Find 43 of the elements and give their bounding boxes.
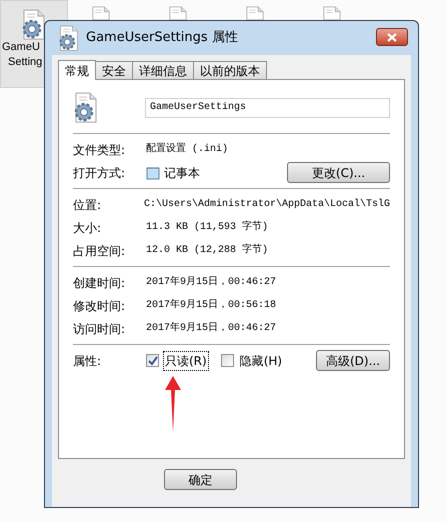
field-label: 访问时间: — [73, 320, 126, 338]
settings-file-icon — [21, 9, 47, 40]
field-value: C:\Users\Administrator\AppData\Local\TslG — [144, 198, 390, 212]
checkbox[interactable] — [146, 354, 159, 368]
field-value: 记事本 — [164, 164, 200, 182]
field-value: 2017年9月15日，00:46:27 — [146, 321, 276, 336]
field-label: 修改时间: — [73, 298, 126, 315]
field-label: 打开方式: — [73, 164, 126, 182]
field-value: 12.0 KB (12,288 字节) — [146, 243, 268, 258]
tab[interactable]: 常规 — [58, 60, 96, 80]
field-label: 大小: — [73, 220, 102, 237]
checkbox-label: 隐藏(H) — [238, 352, 284, 370]
field-value: 11.3 KB (11,593 字节) — [146, 220, 268, 236]
check-icon — [148, 356, 158, 366]
notepad-icon — [146, 166, 160, 180]
icon-label: GameU — [2, 40, 40, 56]
icon-label: Setting — [8, 55, 42, 70]
tab[interactable]: 安全 — [95, 61, 133, 79]
close-button[interactable] — [376, 28, 408, 46]
field-value: 2017年9月15日，00:46:27 — [146, 275, 276, 290]
advanced-button[interactable]: 高级(D)... — [316, 350, 390, 372]
change-button[interactable]: 更改(C)... — [287, 162, 390, 184]
file-icon — [323, 6, 341, 20]
field-value: 配置设置 (.ini) — [146, 142, 228, 158]
name-field[interactable]: GameUserSettings — [145, 98, 390, 118]
ok-button[interactable]: 确定 — [164, 469, 237, 490]
file-icon — [169, 6, 187, 20]
field-label: 创建时间: — [73, 274, 126, 292]
window-title: GameUserSettings 属性 — [86, 29, 238, 48]
file-icon — [246, 6, 264, 20]
settings-file-icon — [73, 92, 99, 124]
field-label: 文件类型: — [73, 142, 126, 159]
field-label: 属性: — [73, 352, 102, 370]
close-icon — [387, 32, 397, 42]
settings-file-icon — [58, 24, 80, 52]
field-label: 位置: — [73, 196, 102, 214]
checkbox[interactable] — [220, 354, 234, 368]
checkbox-label: 只读(R) — [163, 350, 209, 371]
tab[interactable]: 以前的版本 — [193, 61, 267, 79]
field-label: 占用空间: — [73, 242, 126, 260]
tab[interactable]: 详细信息 — [132, 61, 194, 79]
field-value: 2017年9月15日，00:56:18 — [146, 298, 276, 314]
file-icon — [92, 6, 110, 20]
